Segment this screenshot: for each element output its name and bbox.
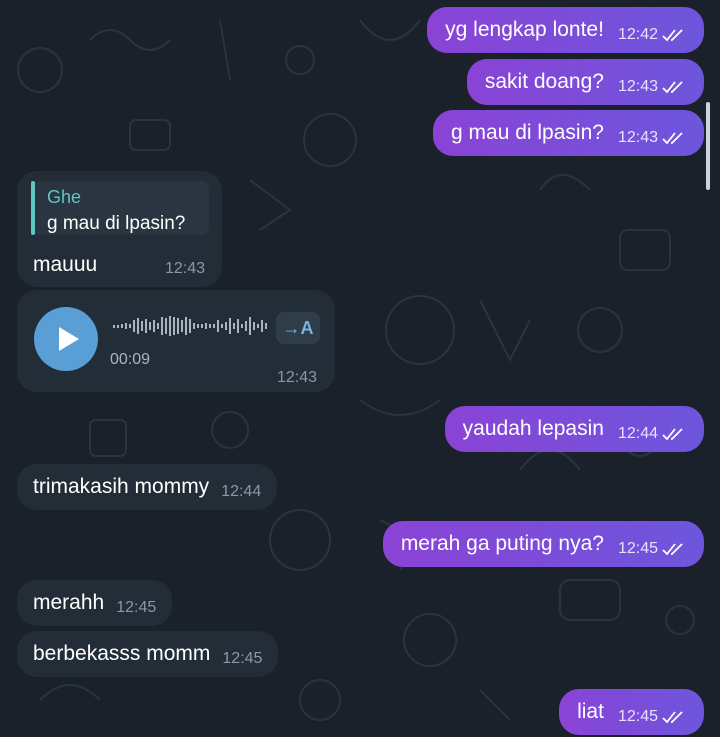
message-text: merah ga puting nya? <box>400 532 604 555</box>
read-receipt-double-check-icon <box>662 81 683 94</box>
message-text: berbekasss momm <box>33 642 211 665</box>
message-time: 12:44 <box>221 483 262 500</box>
outgoing-message[interactable]: yaudah lepasin 12:44 <box>444 406 704 452</box>
outgoing-message[interactable]: merah ga puting nya? 12:45 <box>382 521 704 567</box>
outgoing-message[interactable]: sakit doang? 12:43 <box>466 59 704 105</box>
message-text: mauuu <box>33 253 98 276</box>
transcribe-icon: →A <box>282 317 314 338</box>
outgoing-message[interactable]: liat 12:45 <box>559 689 704 735</box>
message-text: yg lengkap lonte! <box>445 18 604 41</box>
transcribe-button[interactable]: →A <box>276 312 320 344</box>
incoming-message[interactable]: trimakasih mommy 12:44 <box>17 464 278 510</box>
message-text: merahh <box>33 591 105 614</box>
message-text: liat <box>577 700 604 723</box>
incoming-message[interactable]: merahh 12:45 <box>17 580 173 626</box>
message-time: 12:43 <box>617 129 658 146</box>
incoming-message[interactable]: berbekasss momm 12:45 <box>17 631 279 677</box>
play-button[interactable] <box>34 307 98 371</box>
read-receipt-double-check-icon <box>662 132 683 145</box>
message-text: g mau di lpasin? <box>451 121 604 144</box>
message-time: 12:43 <box>617 78 658 95</box>
reply-author: Ghe <box>47 187 82 207</box>
message-text: trimakasih mommy <box>33 475 210 498</box>
message-time: 12:44 <box>617 425 658 442</box>
message-time: 12:45 <box>617 708 658 725</box>
voice-duration: 00:09 <box>110 351 151 368</box>
outgoing-message[interactable]: g mau di lpasin? 12:43 <box>433 110 704 156</box>
waveform <box>113 316 267 336</box>
read-receipt-double-check-icon <box>662 428 683 441</box>
message-text: sakit doang? <box>484 70 604 93</box>
message-time: 12:45 <box>617 540 658 557</box>
reply-text: g mau di lpasin? <box>47 213 186 234</box>
read-receipt-double-check-icon <box>662 29 683 42</box>
read-receipt-double-check-icon <box>662 543 683 556</box>
message-time: 12:43 <box>165 260 206 277</box>
read-receipt-double-check-icon <box>662 711 683 724</box>
reply-quote[interactable]: Ghe g mau di lpasin? <box>31 181 209 235</box>
message-text: yaudah lepasin <box>462 417 604 440</box>
message-time: 12:45 <box>116 599 157 616</box>
play-icon <box>59 327 79 351</box>
message-time: 12:43 <box>277 369 318 386</box>
incoming-message-with-reply[interactable]: Ghe g mau di lpasin? mauuu 12:43 <box>17 171 222 287</box>
reply-accent-bar <box>31 181 35 235</box>
scrollbar[interactable] <box>706 102 710 190</box>
message-time: 12:42 <box>617 26 658 43</box>
voice-message[interactable]: 00:09 →A 12:43 <box>17 290 335 392</box>
outgoing-message[interactable]: yg lengkap lonte! 12:42 <box>427 7 704 53</box>
message-time: 12:45 <box>222 650 263 667</box>
